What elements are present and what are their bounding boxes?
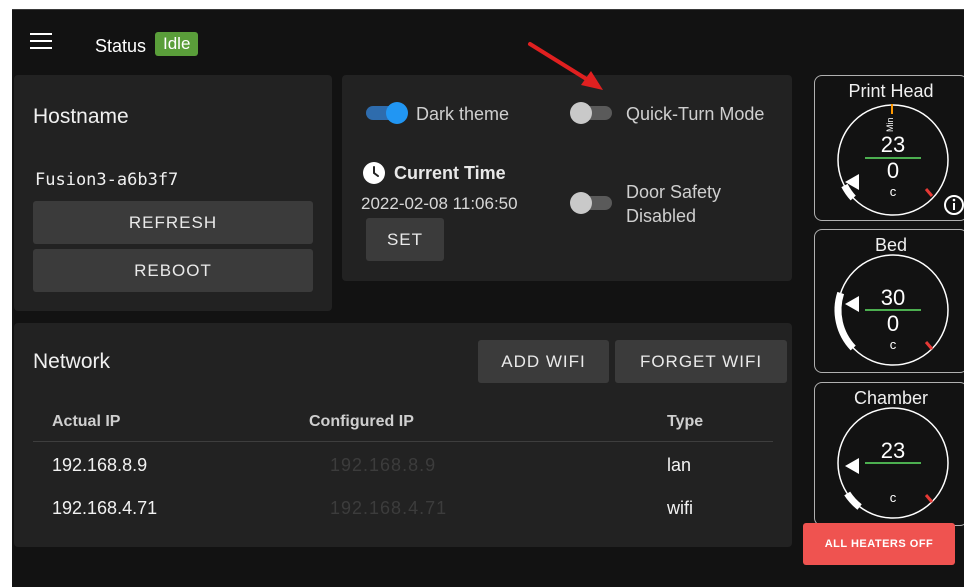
top-bar: Status Idle — [12, 10, 964, 76]
print-head-current-temp: 0 — [886, 158, 900, 183]
type-cell: wifi — [667, 498, 693, 518]
network-card: Network ADD WIFI FORGET WIFI Actual IP C… — [14, 323, 792, 547]
print-head-min-label: Min — [885, 117, 895, 132]
current-time-label: Current Time — [394, 163, 506, 183]
column-header-actual-ip: Actual IP — [52, 413, 121, 430]
refresh-button[interactable]: REFRESH — [33, 201, 313, 244]
hostname-title: Hostname — [33, 105, 129, 128]
status-label: Status — [95, 36, 147, 56]
door-safety-label-line2: Disabled — [626, 206, 697, 226]
hostname-card: Hostname Fusion3-a6b3f7 REFRESH REBOOT — [14, 75, 332, 311]
bed-gauge-card[interactable]: Bed 30 0 c — [814, 229, 964, 373]
print-head-unit: c — [889, 184, 897, 199]
door-safety-label-line1: Door Safety — [626, 182, 722, 202]
print-head-target-temp: 23 — [880, 132, 906, 157]
network-title: Network — [33, 350, 111, 373]
dark-theme-switch[interactable] — [364, 101, 408, 125]
bed-target-temp: 30 — [880, 285, 906, 310]
chamber-unit: c — [889, 490, 897, 505]
clock-icon — [363, 162, 385, 184]
reboot-button[interactable]: REBOOT — [33, 249, 313, 292]
current-time-value: 2022-02-08 11:06:50 — [361, 194, 518, 213]
dark-theme-label: Dark theme — [416, 104, 510, 124]
column-header-type: Type — [667, 413, 704, 430]
print-head-gauge-card[interactable]: Print Head Min 23 0 c — [814, 75, 964, 221]
add-wifi-button[interactable]: ADD WIFI — [478, 340, 609, 383]
quick-turn-mode-switch[interactable] — [570, 101, 614, 125]
status-badge: Idle — [155, 32, 199, 56]
hamburger-menu-icon[interactable] — [30, 33, 52, 49]
configured-ip-cell: 192.168.4.71 — [330, 498, 448, 518]
chamber-target-temp: 23 — [880, 438, 906, 463]
chamber-gauge-card[interactable]: Chamber 23 c — [814, 382, 964, 526]
door-safety-switch[interactable] — [570, 191, 614, 215]
column-header-configured-ip: Configured IP — [309, 413, 414, 430]
actual-ip-cell: 192.168.8.9 — [52, 455, 148, 475]
forget-wifi-button[interactable]: FORGET WIFI — [615, 340, 787, 383]
configured-ip-cell: 192.168.8.9 — [330, 455, 437, 475]
set-time-button[interactable]: SET — [366, 218, 444, 261]
settings-card: Dark theme Quick-Turn Mode Current Time … — [342, 75, 792, 281]
info-icon[interactable] — [943, 194, 964, 216]
all-heaters-off-button[interactable]: ALL HEATERS OFF — [803, 523, 955, 565]
bed-unit: c — [889, 337, 897, 352]
hostname-value: Fusion3-a6b3f7 — [35, 170, 179, 190]
actual-ip-cell: 192.168.4.71 — [52, 498, 158, 518]
table-divider — [33, 441, 773, 442]
type-cell: lan — [667, 455, 692, 475]
app-window: Status Idle Hostname Fusion3-a6b3f7 REFR… — [12, 9, 964, 587]
bed-current-temp: 0 — [886, 311, 900, 336]
quick-turn-mode-label: Quick-Turn Mode — [626, 104, 765, 124]
